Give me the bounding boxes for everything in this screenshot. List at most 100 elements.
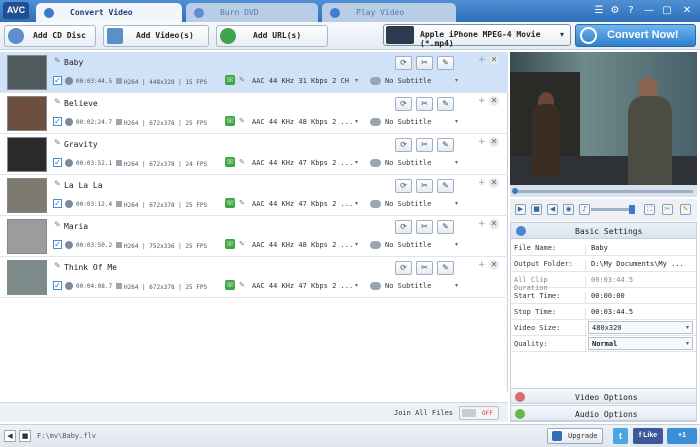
edit-audio-icon[interactable]: ✎	[239, 281, 245, 289]
subtitle-select[interactable]: No Subtitle	[385, 200, 431, 208]
add-cd-button[interactable]: Add CD Disc	[4, 25, 96, 47]
file-checkbox[interactable]: ✓	[53, 240, 62, 249]
rename-icon[interactable]: ✎	[54, 261, 61, 270]
subtitle-select[interactable]: No Subtitle	[385, 241, 431, 249]
effect-icon[interactable]: ✎	[437, 179, 454, 193]
remove-icon[interactable]: ✕	[489, 55, 499, 65]
volume-icon[interactable]: ♪	[579, 204, 590, 215]
google-plus-button[interactable]: +1	[667, 428, 697, 444]
subtitle-select[interactable]: No Subtitle	[385, 77, 431, 85]
basic-settings-header[interactable]: Basic Settings	[511, 223, 696, 239]
add-icon[interactable]: +	[478, 96, 486, 106]
audio-options-header[interactable]: Audio Options	[510, 405, 697, 421]
edit-audio-icon[interactable]: ✎	[239, 199, 245, 207]
cut-icon[interactable]: ✂	[416, 179, 433, 193]
add-icon[interactable]: +	[478, 55, 486, 65]
audio-dropdown-icon[interactable]: ▾	[355, 159, 358, 166]
cut-icon[interactable]: ✂	[416, 56, 433, 70]
subtitle-dropdown-icon[interactable]: ▾	[455, 118, 458, 125]
add-icon[interactable]: +	[478, 137, 486, 147]
stop-time-field[interactable]: 00:03:44.5	[591, 308, 633, 316]
add-video-button[interactable]: Add Video(s)	[103, 25, 209, 47]
add-icon[interactable]: +	[478, 219, 486, 229]
subtitle-dropdown-icon[interactable]: ▾	[455, 159, 458, 166]
audio-dropdown-icon[interactable]: ▾	[355, 77, 358, 84]
file-checkbox[interactable]: ✓	[53, 199, 62, 208]
twitter-button[interactable]: t	[613, 428, 628, 444]
cut-icon[interactable]: ✂	[416, 138, 433, 152]
seek-handle[interactable]	[512, 188, 518, 194]
rename-icon[interactable]: ✎	[54, 179, 61, 188]
edit-audio-icon[interactable]: ✎	[239, 158, 245, 166]
rotate-icon[interactable]: ⟳	[395, 56, 412, 70]
rotate-icon[interactable]: ⟳	[395, 220, 412, 234]
quality-select[interactable]: Normal ▾	[588, 337, 693, 350]
file-checkbox[interactable]: ✓	[53, 76, 62, 85]
remove-icon[interactable]: ✕	[489, 260, 499, 270]
remove-icon[interactable]: ✕	[489, 137, 499, 147]
file-checkbox[interactable]: ✓	[53, 158, 62, 167]
snapshot-icon[interactable]: ◉	[563, 204, 574, 215]
folder-icon[interactable]: ■	[19, 430, 31, 442]
remove-icon[interactable]: ✕	[489, 178, 499, 188]
video-thumbnail[interactable]	[7, 55, 47, 90]
video-options-header[interactable]: Video Options	[510, 388, 697, 404]
edit-audio-icon[interactable]: ✎	[239, 76, 245, 84]
subtitle-dropdown-icon[interactable]: ▾	[455, 282, 458, 289]
effect-icon[interactable]: ✎	[437, 56, 454, 70]
upgrade-button[interactable]: Upgrade	[547, 428, 603, 444]
subtitle-dropdown-icon[interactable]: ▾	[455, 241, 458, 248]
prev-icon[interactable]: ◀	[547, 204, 558, 215]
video-thumbnail[interactable]	[7, 219, 47, 254]
rename-icon[interactable]: ✎	[54, 220, 61, 229]
file-row[interactable]: ✎ La La La ✓ 00:03:12.4 H264 | 672x378 | 25 …	[0, 175, 508, 216]
tab-convert-video[interactable]: Convert Video	[36, 3, 182, 22]
rename-icon[interactable]: ✎	[54, 138, 61, 147]
effect-icon[interactable]: ✎	[437, 220, 454, 234]
rename-icon[interactable]: ✎	[54, 97, 61, 106]
file-row[interactable]: ✎ Maria ✓ 00:03:50.2 H264 | 752x336 | 25 FPS…	[0, 216, 508, 257]
tab-play-video[interactable]: Play Video	[322, 3, 456, 22]
play-icon[interactable]: ▶	[515, 204, 526, 215]
audio-dropdown-icon[interactable]: ▾	[355, 200, 358, 207]
file-row[interactable]: ✎ Gravity ✓ 00:03:52.1 H264 | 672x378 | 24 F…	[0, 134, 508, 175]
add-icon[interactable]: +	[478, 178, 486, 188]
start-time-field[interactable]: 00:00:00	[591, 292, 625, 300]
join-toggle[interactable]: OFF	[459, 406, 499, 420]
subtitle-dropdown-icon[interactable]: ▾	[455, 200, 458, 207]
audio-dropdown-icon[interactable]: ▾	[355, 118, 358, 125]
effect-icon[interactable]: ✎	[437, 138, 454, 152]
fullscreen-icon[interactable]: ⛶	[644, 204, 655, 215]
effect-icon[interactable]: ✎	[680, 204, 691, 215]
menu-icon[interactable]: ☰	[592, 4, 606, 17]
subtitle-dropdown-icon[interactable]: ▾	[455, 77, 458, 84]
cut-icon[interactable]: ✂	[416, 261, 433, 275]
video-thumbnail[interactable]	[7, 178, 47, 213]
edit-audio-icon[interactable]: ✎	[239, 117, 245, 125]
audio-dropdown-icon[interactable]: ▾	[355, 241, 358, 248]
file-name-field[interactable]: Baby	[591, 244, 608, 252]
file-checkbox[interactable]: ✓	[53, 117, 62, 126]
edit-audio-icon[interactable]: ✎	[239, 240, 245, 248]
stop-icon[interactable]: ■	[531, 204, 542, 215]
file-checkbox[interactable]: ✓	[53, 281, 62, 290]
minimize-button[interactable]: —	[642, 4, 656, 17]
maximize-button[interactable]: ▢	[660, 4, 674, 17]
add-url-button[interactable]: Add URL(s)	[216, 25, 328, 47]
tab-burn-dvd[interactable]: Burn DVD	[186, 3, 318, 22]
convert-now-button[interactable]: Convert Now!	[575, 24, 696, 47]
audio-dropdown-icon[interactable]: ▾	[355, 282, 358, 289]
subtitle-select[interactable]: No Subtitle	[385, 118, 431, 126]
subtitle-select[interactable]: No Subtitle	[385, 282, 431, 290]
effect-icon[interactable]: ✎	[437, 97, 454, 111]
rotate-icon[interactable]: ⟳	[395, 261, 412, 275]
cut-icon[interactable]: ✂	[416, 220, 433, 234]
subtitle-select[interactable]: No Subtitle	[385, 159, 431, 167]
video-thumbnail[interactable]	[7, 137, 47, 172]
remove-icon[interactable]: ✕	[489, 219, 499, 229]
rename-icon[interactable]: ✎	[54, 56, 61, 65]
prev-icon[interactable]: ◀	[4, 430, 16, 442]
rotate-icon[interactable]: ⟳	[395, 97, 412, 111]
volume-handle[interactable]	[629, 205, 635, 214]
cut-icon[interactable]: ✂	[416, 97, 433, 111]
